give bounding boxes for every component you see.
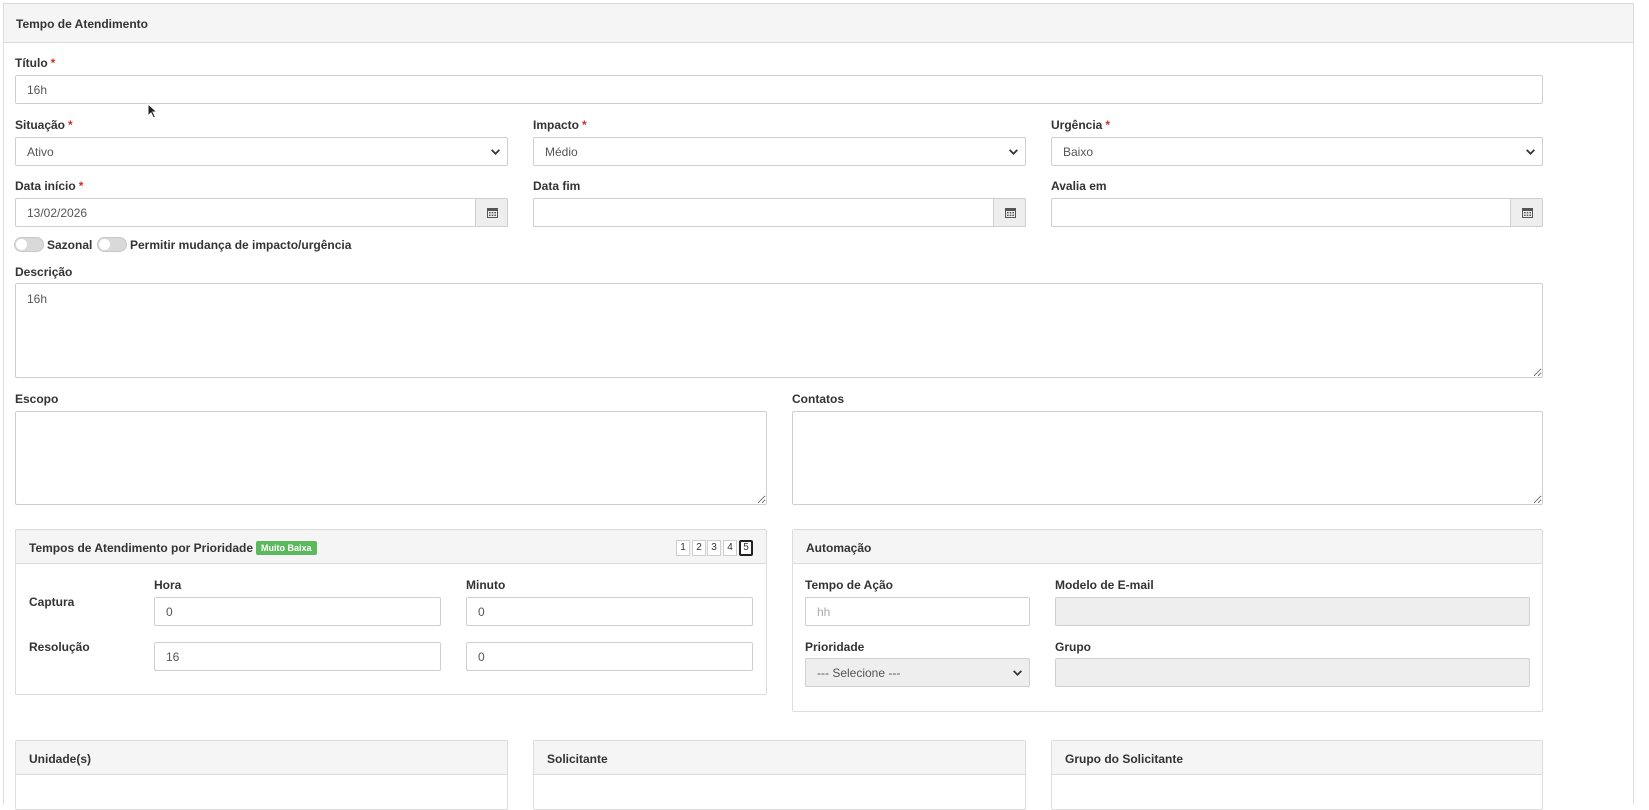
priority-page-4[interactable]: 4 [723,540,737,556]
unidades-panel: Unidade(s) [15,740,508,810]
prioridade-select[interactable]: --- Selecione --- [805,658,1030,687]
automacao-panel: Automação Tempo de Ação hh Modelo de E-m… [792,529,1543,712]
data-fim-calendar-button[interactable] [993,198,1026,227]
avalia-em-input[interactable] [1051,198,1543,227]
grupo-solicitante-panel: Grupo do Solicitante [1051,740,1543,810]
priority-page-1[interactable]: 1 [676,540,690,556]
calendar-icon [1005,208,1016,218]
situacao-select[interactable]: Ativo [15,137,508,166]
page-title: Tempo de Atendimento [16,17,148,31]
grupo-solicitante-panel-header: Grupo do Solicitante [1052,741,1542,775]
resolucao-minuto-input[interactable]: 0 [466,642,753,671]
urgencia-label: Urgência * [1051,118,1111,132]
prioridade-label: Prioridade [805,640,865,654]
unidades-panel-header: Unidade(s) [16,741,507,775]
chevron-down-icon [1526,149,1535,155]
page-header: Tempo de Atendimento [3,3,1634,43]
data-inicio-input[interactable]: 13/02/2026 [15,198,508,227]
permitir-mudanca-toggle[interactable] [97,237,127,252]
solicitante-panel: Solicitante [533,740,1026,810]
captura-hora-input[interactable]: 0 [154,597,441,626]
chevron-down-icon [491,149,500,155]
titulo-label: Título * [15,56,56,70]
descricao-label: Descrição [15,265,73,279]
chevron-down-icon [1009,149,1018,155]
mouse-cursor-icon [147,103,158,119]
contatos-label: Contatos [792,392,844,406]
resolucao-hora-input[interactable]: 16 [154,642,441,671]
impacto-label: Impacto * [533,118,587,132]
automacao-panel-title: Automação [806,541,872,555]
chevron-down-icon [1013,670,1022,676]
situacao-label: Situação * [15,118,73,132]
data-fim-label: Data fim [533,179,581,193]
solicitante-panel-title: Solicitante [547,752,608,766]
hora-column-label: Hora [154,578,182,592]
tempo-acao-input[interactable]: hh [805,597,1030,626]
solicitante-panel-header: Solicitante [534,741,1025,775]
grupo-label: Grupo [1055,640,1091,654]
data-inicio-calendar-button[interactable] [475,198,508,227]
toggle-knob [16,239,27,250]
grupo-field[interactable] [1055,658,1530,687]
priority-page-2[interactable]: 2 [692,540,706,556]
data-fim-input[interactable] [533,198,1026,227]
sazonal-toggle[interactable] [14,237,44,252]
captura-label: Captura [29,595,75,609]
contatos-textarea[interactable] [792,411,1543,505]
impacto-select[interactable]: Médio [533,137,1026,166]
data-inicio-label: Data início * [15,179,84,193]
escopo-textarea[interactable] [15,411,767,505]
urgencia-select[interactable]: Baixo [1051,137,1543,166]
modelo-email-label: Modelo de E-mail [1055,578,1154,592]
avalia-em-label: Avalia em [1051,179,1107,193]
tempos-panel-title: Tempos de Atendimento por Prioridade Muit… [29,541,317,555]
minuto-column-label: Minuto [466,578,506,592]
toggle-knob [99,239,110,250]
modelo-email-field[interactable] [1055,597,1530,626]
escopo-label: Escopo [15,392,59,406]
resolucao-label: Resolução [29,640,90,654]
priority-badge: Muito Baixa [256,541,317,555]
grupo-solicitante-panel-title: Grupo do Solicitante [1065,752,1184,766]
calendar-icon [487,208,498,218]
priority-page-5[interactable]: 5 [739,540,753,556]
unidades-panel-title: Unidade(s) [29,752,92,766]
priority-page-3[interactable]: 3 [707,540,721,556]
titulo-input[interactable]: 16h [15,75,1543,104]
automacao-panel-header: Automação [793,530,1542,564]
tempos-panel: Tempos de Atendimento por Prioridade Muit… [15,529,767,695]
tempos-panel-header: Tempos de Atendimento por Prioridade Muit… [16,530,766,564]
sazonal-label: Sazonal [47,238,93,252]
avalia-em-calendar-button[interactable] [1510,198,1543,227]
captura-minuto-input[interactable]: 0 [466,597,753,626]
descricao-textarea[interactable]: 16h [15,283,1543,378]
tempo-acao-label: Tempo de Ação [805,578,894,592]
calendar-icon [1522,208,1533,218]
permitir-mudanca-label: Permitir mudança de impacto/urgência [130,238,352,252]
